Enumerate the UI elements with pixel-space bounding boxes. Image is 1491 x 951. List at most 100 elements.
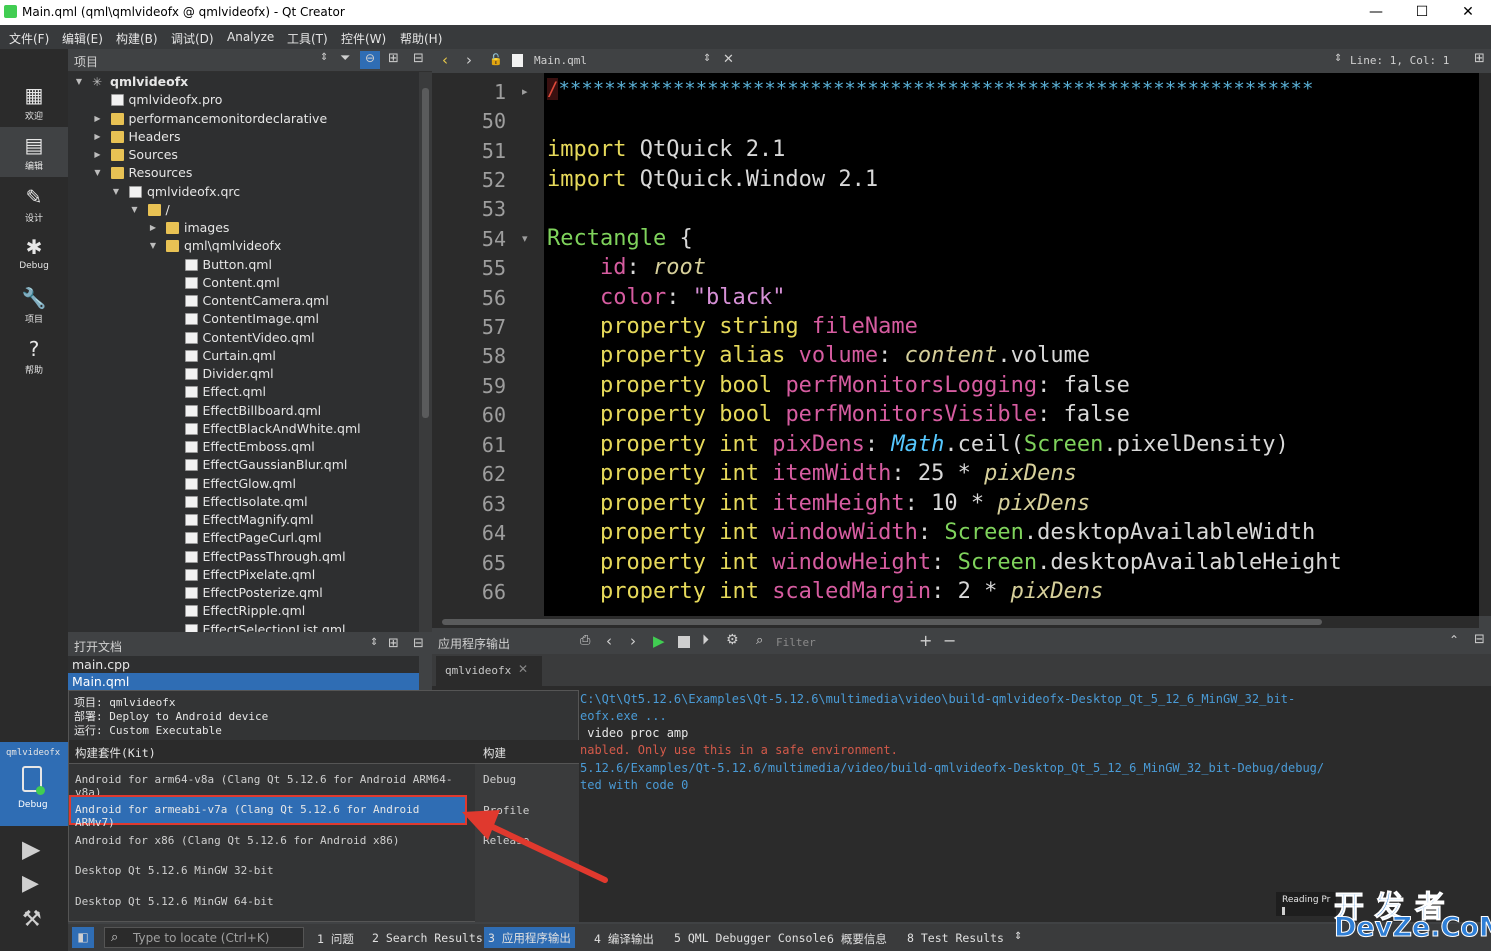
minimize-button[interactable]: — [1353, 0, 1399, 25]
tree-item[interactable]: EffectEmboss.qml [68, 438, 419, 456]
back-icon[interactable]: ‹ [442, 51, 448, 69]
tab-search-results[interactable]: 2 Search Results [372, 931, 483, 945]
tab-compile-output[interactable]: 4 编译输出 [594, 931, 654, 947]
tree-item[interactable]: ▼ qmlvideofx.qrc [68, 183, 419, 201]
view-switch-icon[interactable]: ⇕ [370, 637, 378, 648]
open-doc-item[interactable]: main.cpp [68, 656, 419, 673]
tree-item[interactable]: ▶ Headers [68, 128, 419, 146]
open-doc-item-selected[interactable]: Main.qml [68, 673, 419, 690]
zoom-in-icon[interactable]: + [919, 631, 932, 650]
view-switch-icon[interactable]: ⇕ [320, 52, 328, 63]
tree-item[interactable]: Content.qml [68, 274, 419, 292]
tree-item[interactable]: Divider.qml [68, 365, 419, 383]
menu-window[interactable]: 控件(W) [341, 30, 386, 47]
tree-item[interactable]: EffectMagnify.qml [68, 511, 419, 529]
rerun-icon[interactable]: ▶ [653, 632, 665, 650]
stop-icon[interactable] [678, 636, 690, 648]
tree-item[interactable]: ContentCamera.qml [68, 292, 419, 310]
close-panel-icon[interactable]: ⊟ [413, 636, 424, 651]
tree-item[interactable]: EffectBlackAndWhite.qml [68, 420, 419, 438]
tree-item[interactable]: Curtain.qml [68, 347, 419, 365]
chevron-down-icon[interactable]: ▼ [130, 201, 140, 219]
tree-item[interactable]: ContentImage.qml [68, 310, 419, 328]
tab-general-messages[interactable]: 6 概要信息 [827, 931, 887, 947]
attach-icon[interactable]: ⎙ [580, 633, 590, 648]
editor-file-selector[interactable]: Main.qml [534, 54, 587, 67]
settings-gear-icon[interactable]: ⚙ [726, 632, 739, 648]
tree-item[interactable]: EffectBillboard.qml [68, 402, 419, 420]
locator-input[interactable]: ⌕ Type to locate (Ctrl+K) [104, 927, 304, 948]
tree-item[interactable]: EffectSelectionList.qml [68, 621, 419, 632]
kit-item[interactable]: Android for arm64-v8a (Clang Qt 5.12.6 f… [69, 764, 475, 799]
chevron-right-icon[interactable]: ▶ [93, 110, 103, 128]
chevron-right-icon[interactable]: ▶ [148, 219, 158, 237]
chevron-down-icon[interactable]: ▼ [74, 73, 84, 91]
tree-item[interactable]: EffectPassThrough.qml [68, 548, 419, 566]
output-filter-input[interactable]: ⌕ Filter [750, 631, 912, 653]
menu-help[interactable]: 帮助(H) [400, 30, 442, 47]
chevron-down-icon[interactable]: ▼ [93, 164, 103, 182]
chevron-right-icon[interactable]: ▶ [93, 146, 103, 164]
mode-projects[interactable]: 🔧 项目 [0, 280, 68, 330]
tree-item[interactable]: EffectIsolate.qml [68, 493, 419, 511]
build-item[interactable]: Debug [475, 764, 579, 794]
cursor-position[interactable]: Line: 1, Col: 1 [1350, 54, 1449, 67]
close-pane-icon[interactable]: ⊟ [1474, 632, 1485, 647]
close-panel-icon[interactable]: ⊟ [413, 51, 424, 66]
menu-build[interactable]: 构建(B) [116, 30, 158, 47]
kit-item[interactable]: Desktop Qt 5.12.6 MinGW 64-bit [69, 886, 475, 916]
debug-run-icon[interactable]: ▶ [22, 871, 39, 896]
more-tabs-icon[interactable]: ⇕ [1014, 931, 1022, 942]
tab-issues[interactable]: 1 问题 [317, 931, 354, 947]
tree-item[interactable]: ▼ / [68, 201, 419, 219]
editor-horizontal-scrollbar[interactable] [432, 616, 1479, 628]
close-tab-icon[interactable]: ✕ [518, 662, 528, 676]
menu-file[interactable]: 文件(F) [9, 30, 49, 47]
kit-selector[interactable]: qmlvideofx Debug [0, 742, 68, 826]
sync-link-icon[interactable]: ⊖ [360, 51, 380, 69]
file-selector-chevron-icon[interactable]: ⇕ [703, 53, 711, 64]
tree-item[interactable]: ▶ performancemonitordeclarative [68, 110, 419, 128]
tab-qml-debugger-console[interactable]: 5 QML Debugger Console [674, 931, 826, 945]
tree-item[interactable]: Effect.qml [68, 383, 419, 401]
tree-item[interactable]: ▼ Resources [68, 164, 419, 182]
kit-item[interactable]: Desktop Qt 5.12.6 MinGW 32-bit [69, 855, 475, 885]
position-chevron-icon[interactable]: ⇕ [1334, 53, 1342, 64]
maximize-button[interactable]: ☐ [1399, 0, 1445, 25]
tree-item[interactable]: qmlvideofx.pro [68, 91, 419, 109]
zoom-out-icon[interactable]: − [943, 631, 956, 650]
build-hammer-icon[interactable]: ⚒ [22, 907, 42, 932]
close-button[interactable]: ✕ [1445, 0, 1491, 25]
tree-item[interactable]: EffectGlow.qml [68, 475, 419, 493]
fold-marker-icon[interactable]: ▾ [522, 232, 528, 245]
attach-debugger-icon[interactable]: ⏵ [702, 632, 709, 648]
tab-test-results[interactable]: 8 Test Results [907, 931, 1004, 945]
split-icon[interactable]: ⊞ [1474, 51, 1485, 66]
chevron-down-icon[interactable]: ▼ [148, 237, 158, 255]
toggle-sidebar-icon[interactable]: ◧ [72, 927, 94, 948]
prev-icon[interactable]: ‹ [606, 632, 612, 650]
menu-analyze[interactable]: Analyze [227, 30, 274, 44]
maximize-pane-icon[interactable]: ⌃ [1449, 633, 1459, 647]
tree-item[interactable]: Button.qml [68, 256, 419, 274]
tree-item[interactable]: ▶ images [68, 219, 419, 237]
kit-item-highlighted[interactable]: Android for armeabi-v7a (Clang Qt 5.12.6… [69, 795, 467, 829]
mode-help[interactable]: ? 帮助 [0, 331, 68, 381]
tree-item[interactable]: ▼ ✳ qmlvideofx [68, 73, 419, 91]
menu-edit[interactable]: 编辑(E) [62, 30, 103, 47]
chevron-right-icon[interactable]: ▶ [93, 128, 103, 146]
tree-item[interactable]: ▼ qml\qmlvideofx [68, 237, 419, 255]
split-icon[interactable]: ⊞ [388, 51, 399, 66]
mode-edit[interactable]: ▤ 编辑 [0, 127, 68, 177]
kit-item[interactable]: Android for x86 (Clang Qt 5.12.6 for And… [69, 825, 475, 855]
next-icon[interactable]: › [630, 632, 636, 650]
forward-icon[interactable]: › [466, 51, 472, 69]
tree-item[interactable]: EffectGaussianBlur.qml [68, 456, 419, 474]
output-tab-qmlvideofx[interactable]: qmlvideofx ✕ [436, 656, 542, 686]
tree-item[interactable]: EffectRipple.qml [68, 602, 419, 620]
chevron-down-icon[interactable]: ▼ [111, 183, 121, 201]
run-icon[interactable]: ▶ [22, 835, 40, 863]
tab-application-output[interactable]: 3 应用程序输出 [484, 927, 575, 948]
menu-debug[interactable]: 调试(D) [171, 30, 214, 47]
code-editor[interactable]: /***************************************… [544, 73, 1479, 616]
